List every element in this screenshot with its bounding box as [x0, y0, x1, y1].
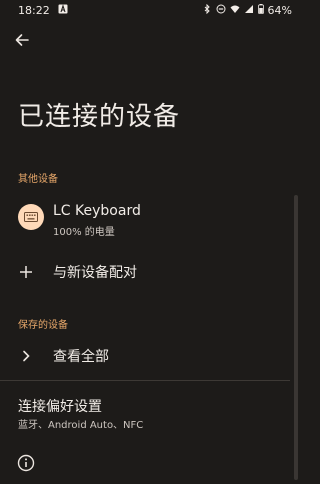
scrollbar[interactable]: [294, 195, 298, 480]
pair-new-device-button[interactable]: 与新设备配对: [0, 254, 290, 290]
notification-a-icon: [58, 3, 68, 17]
do-not-disturb-icon: [216, 4, 226, 17]
plus-icon: [16, 262, 36, 282]
bluetooth-icon: [202, 3, 212, 17]
section-label-other-devices: 其他设备: [18, 174, 58, 185]
status-bar: 18:22 64%: [0, 0, 300, 20]
arrow-back-icon: [15, 34, 29, 46]
see-all-button[interactable]: 查看全部: [0, 338, 290, 374]
signal-icon: [244, 4, 254, 17]
info-icon: [17, 454, 35, 472]
chevron-right-icon: [16, 346, 36, 366]
device-battery-text: 100% 的电量: [53, 227, 115, 238]
connection-preferences-subtitle: 蓝牙、Android Auto、NFC: [18, 420, 144, 431]
device-row-lc-keyboard[interactable]: LC Keyboard 100% 的电量: [0, 194, 290, 246]
pair-new-device-label: 与新设备配对: [53, 265, 137, 281]
page-title: 已连接的设备: [18, 102, 181, 132]
back-button[interactable]: [8, 28, 36, 52]
wifi-icon: [230, 4, 240, 17]
section-label-saved-devices: 保存的设备: [18, 320, 68, 331]
see-all-label: 查看全部: [53, 349, 109, 365]
battery-icon: [257, 3, 264, 17]
status-time: 18:22: [18, 3, 50, 17]
battery-percent: 64%: [267, 3, 292, 17]
device-name: LC Keyboard: [53, 203, 141, 219]
connection-preferences-title: 连接偏好设置: [18, 399, 102, 415]
keyboard-icon: [18, 204, 44, 230]
divider: [0, 380, 290, 381]
